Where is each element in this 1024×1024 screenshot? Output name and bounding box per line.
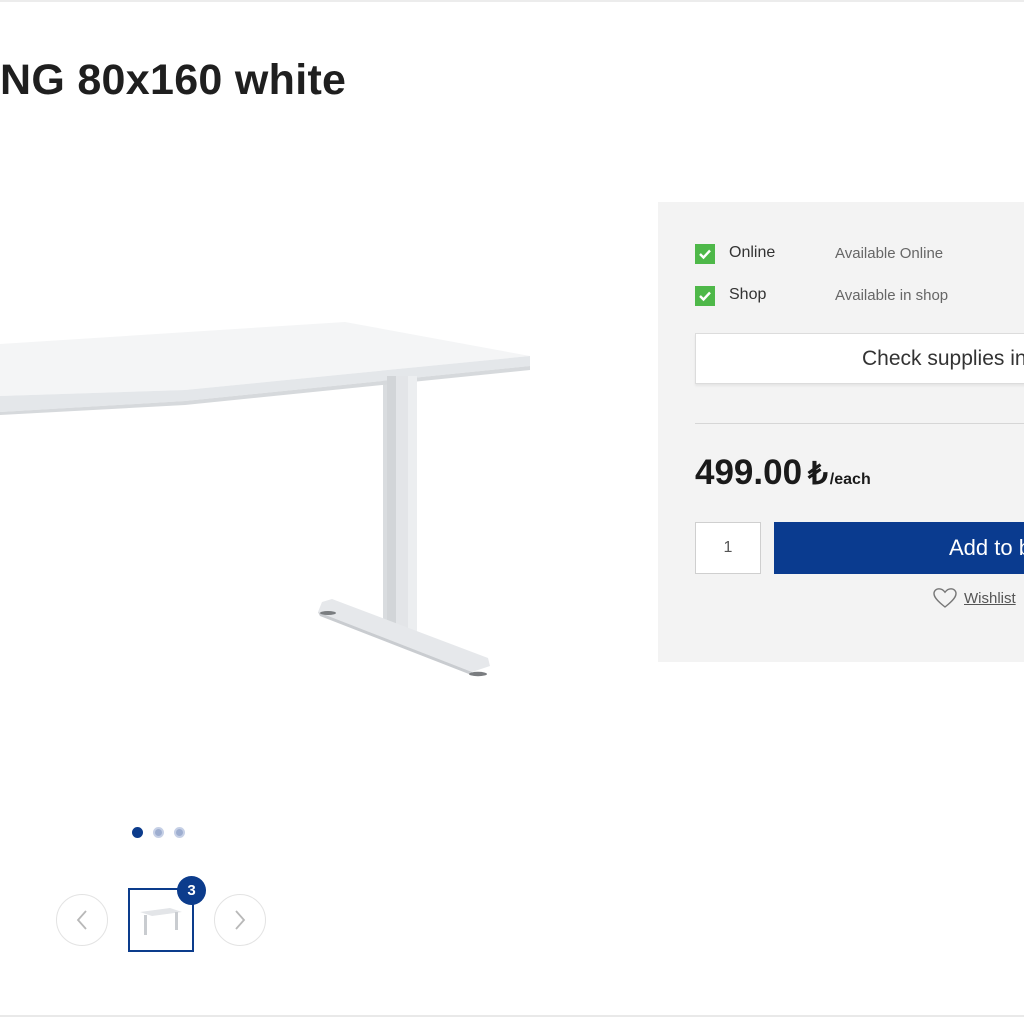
heart-icon: [933, 588, 957, 608]
price-unit: /each: [829, 471, 871, 488]
chevron-left-icon: [76, 910, 87, 930]
add-to-basket-button[interactable]: Add to b: [774, 522, 1024, 574]
availability-online-row: Online Available Online: [695, 243, 943, 265]
price-currency: ₺: [808, 456, 828, 491]
check-supplies-button[interactable]: Check supplies in: [695, 333, 1024, 384]
availability-label: Online: [729, 244, 776, 261]
product-image: [0, 322, 530, 677]
product-title: NG 80x160 white: [0, 56, 347, 104]
availability-status: Available in shop: [835, 287, 949, 304]
pagination-dot[interactable]: [153, 827, 164, 838]
quantity-input[interactable]: [695, 522, 761, 574]
purchase-panel: Online Available Online Shop Available i…: [658, 202, 1024, 662]
price-display: 499.00 ₺/each: [695, 453, 871, 493]
checkbox-checked-icon: [695, 286, 715, 306]
chevron-right-icon: [235, 910, 246, 930]
availability-label: Shop: [729, 286, 767, 303]
bottom-divider: [0, 1015, 1024, 1017]
pagination-dot[interactable]: [174, 827, 185, 838]
wishlist-link[interactable]: Wishlist: [932, 587, 1016, 609]
availability-shop-row: Shop Available in shop: [695, 285, 948, 307]
wishlist-label: Wishlist: [964, 589, 1016, 607]
checkbox-checked-icon: [695, 244, 715, 264]
panel-divider: [695, 423, 1024, 424]
pagination-dot[interactable]: [132, 827, 143, 838]
top-divider: [0, 0, 1024, 2]
thumbnail-count-badge: 3: [177, 876, 206, 905]
prev-image-button[interactable]: [56, 894, 108, 946]
next-image-button[interactable]: [214, 894, 266, 946]
image-pagination-dots: [132, 827, 185, 838]
price-amount: 499.00: [695, 453, 803, 492]
availability-status: Available Online: [835, 245, 944, 262]
